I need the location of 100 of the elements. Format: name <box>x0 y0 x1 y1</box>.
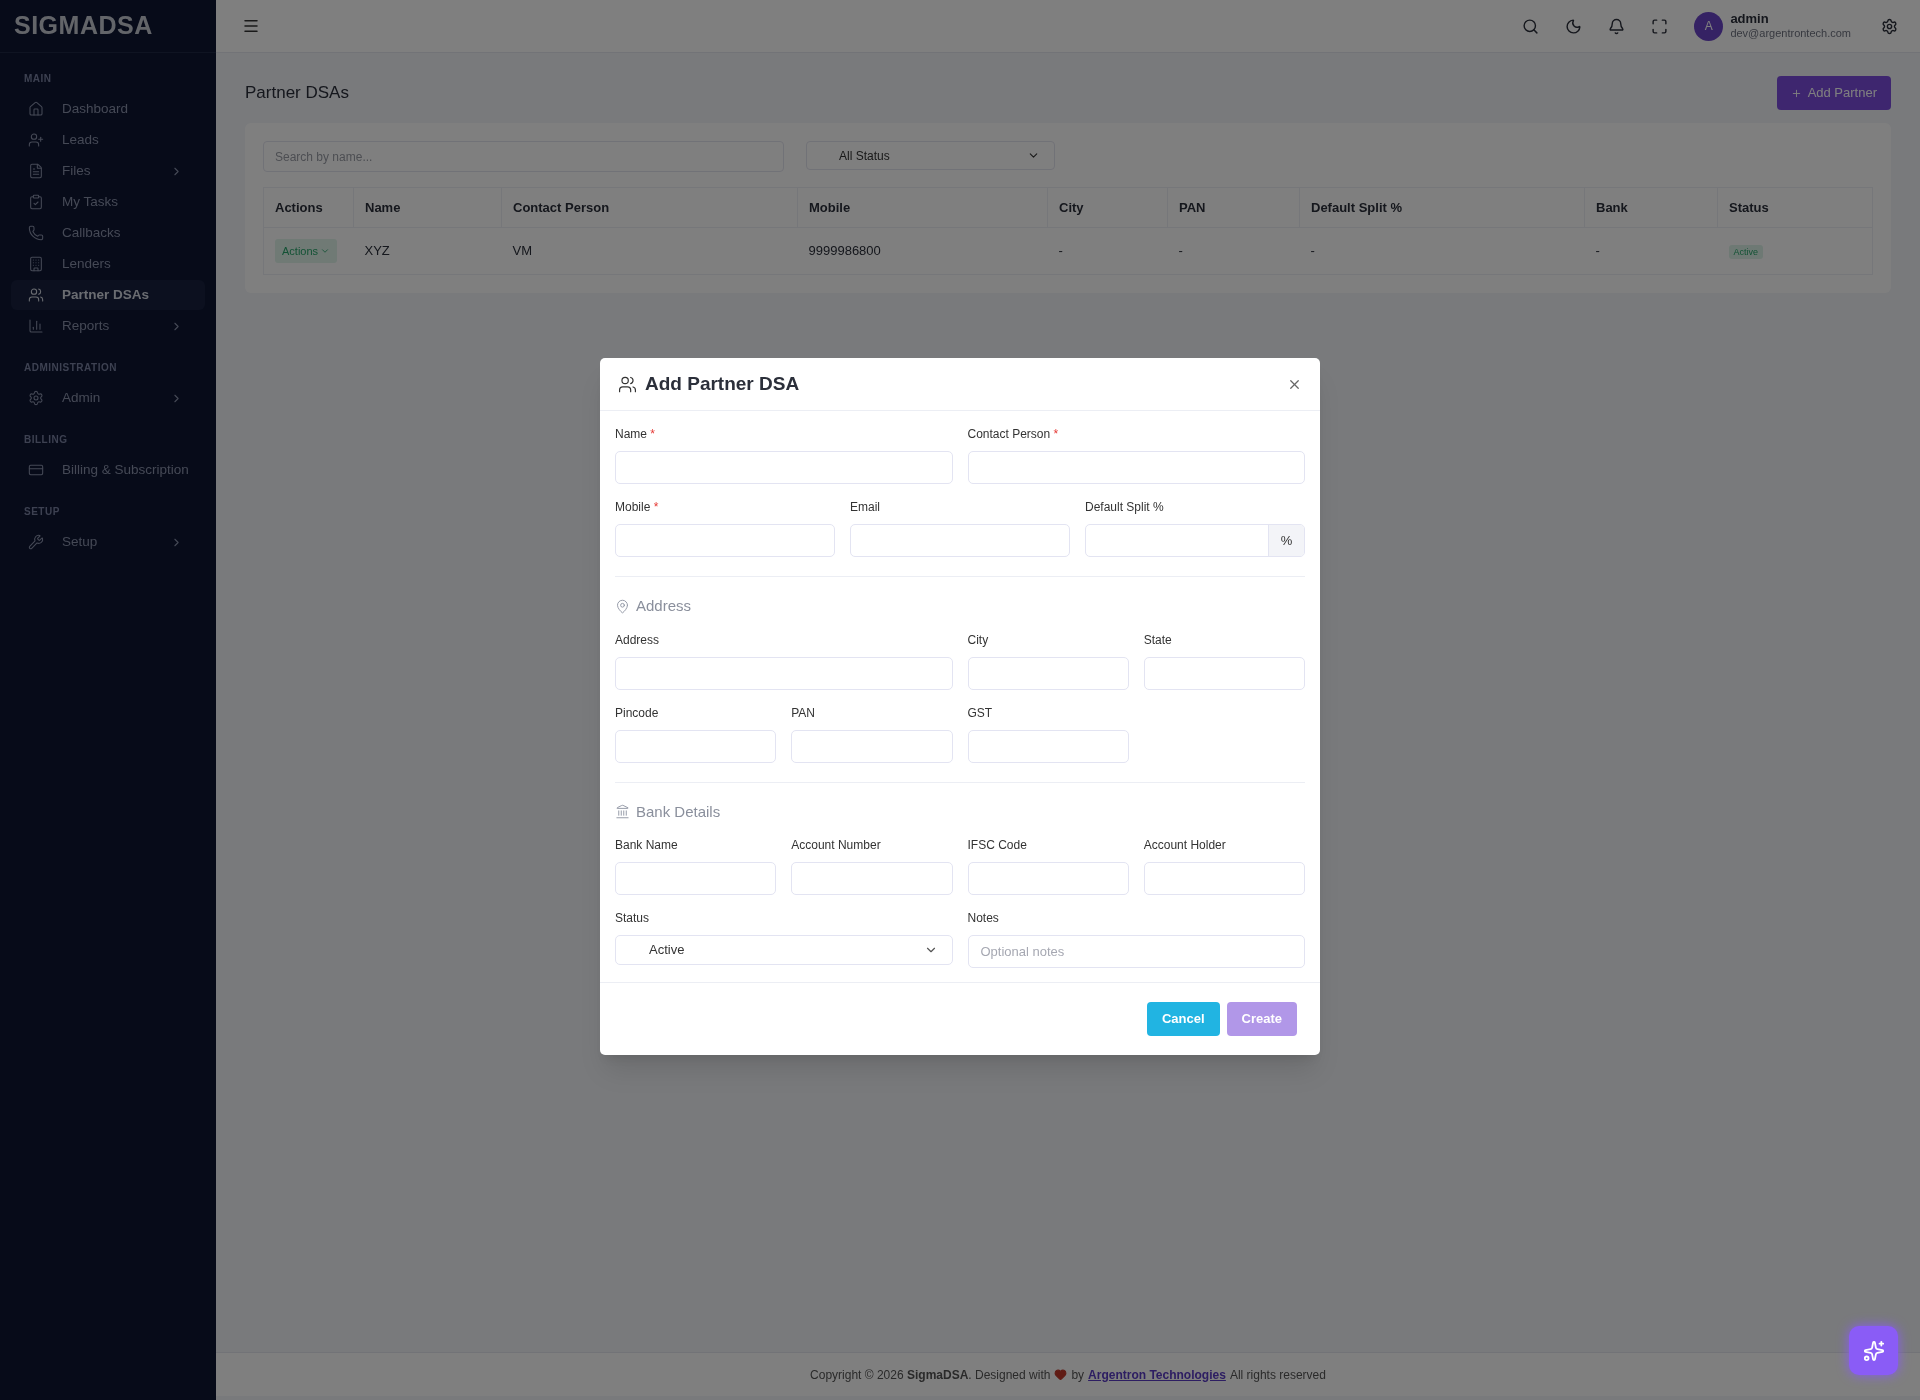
field-label: GST <box>967 704 993 722</box>
cancel-button[interactable]: Cancel <box>1146 1002 1220 1036</box>
sidebar-item[interactable]: Reports <box>11 311 205 341</box>
input-field[interactable] <box>615 729 777 763</box>
status-badge: Active <box>1728 245 1763 260</box>
input-field[interactable] <box>1143 656 1305 690</box>
input-field[interactable] <box>615 524 835 557</box>
input-field[interactable] <box>967 862 1129 895</box>
credit-card-icon <box>28 462 44 478</box>
actions-dropdown[interactable]: Actions <box>275 238 338 264</box>
field-label: Email <box>850 499 880 516</box>
heart-icon <box>1054 1368 1068 1381</box>
home-icon <box>28 101 44 117</box>
table-cell: - <box>1310 243 1315 259</box>
input-field[interactable]: % <box>1085 524 1305 557</box>
bar-chart-icon <box>28 318 44 334</box>
bell-icon[interactable] <box>1608 17 1626 35</box>
input-field[interactable] <box>967 656 1129 690</box>
moon-icon[interactable] <box>1565 17 1583 35</box>
field-label: City <box>967 631 989 649</box>
input-field[interactable] <box>1143 862 1305 895</box>
user-email: dev@argentrontech.com <box>1730 26 1851 40</box>
sidebar-item[interactable]: My Tasks <box>11 187 205 217</box>
input-field[interactable] <box>791 729 953 763</box>
section-heading: MAIN <box>23 72 52 86</box>
clipboard-icon <box>28 194 44 210</box>
bank-icon <box>615 804 630 820</box>
section-heading: Address <box>636 596 692 616</box>
page-title: Partner DSAs <box>245 82 349 105</box>
users-icon <box>618 374 637 394</box>
column-header: City <box>1059 199 1084 215</box>
ai-assistant-button[interactable] <box>1849 1326 1898 1375</box>
sidebar-item[interactable]: Partner DSAs <box>11 280 205 310</box>
copyright-text: Copyright © 2026 SigmaDSA. Designed with by Argentron Technologies All rights reserved <box>810 1365 1326 1384</box>
dialog-title: Add Partner DSA <box>645 371 800 396</box>
gear-icon <box>28 390 44 406</box>
sidebar-item[interactable]: Dashboard <box>11 94 205 124</box>
section-heading: SETUP <box>23 505 60 519</box>
file-icon <box>28 163 44 179</box>
field-label: Address <box>615 631 660 649</box>
user-avatar[interactable]: A <box>1694 11 1724 41</box>
table-cell: - <box>1058 243 1063 259</box>
column-header: Name <box>365 199 401 215</box>
field-label: Account Holder <box>1143 837 1226 854</box>
input-field[interactable] <box>791 862 953 895</box>
sidebar-item[interactable]: Setup <box>11 527 205 557</box>
sparkle-icon <box>1862 1339 1885 1362</box>
field-label: Default Split % <box>1085 499 1164 516</box>
input-field[interactable] <box>615 451 953 484</box>
fullscreen-icon[interactable] <box>1651 17 1669 35</box>
field-label: IFSC Code <box>967 837 1027 854</box>
field-label: Pincode <box>615 704 659 722</box>
input-field[interactable] <box>967 451 1305 484</box>
field-label: Bank Name <box>615 837 678 854</box>
search-icon[interactable] <box>1522 17 1540 35</box>
column-header: Bank <box>1596 199 1628 215</box>
sidebar-item[interactable]: Callbacks <box>11 218 205 248</box>
status-select[interactable]: Active <box>615 935 953 965</box>
settings-icon[interactable] <box>1881 17 1898 35</box>
chevron-down-icon <box>320 246 331 256</box>
field-label: State <box>1143 631 1172 649</box>
column-header: Default Split % <box>1311 199 1402 215</box>
column-header: Status <box>1729 199 1769 215</box>
column-header: Mobile <box>809 199 851 215</box>
sidebar-item[interactable]: Leads <box>11 125 205 155</box>
percent-suffix: % <box>1268 525 1304 556</box>
section-heading: Bank Details <box>636 801 721 822</box>
field-label: Name * <box>615 426 656 443</box>
sidebar-item[interactable]: Files <box>11 156 205 186</box>
users-icon <box>28 287 44 303</box>
status-filter[interactable]: All Status <box>806 141 1055 170</box>
field-label: Status <box>615 910 650 927</box>
column-header: Contact Person <box>513 199 610 215</box>
field-label: Account Number <box>791 837 881 854</box>
sidebar-item[interactable]: Billing & Subscription <box>11 455 205 485</box>
field-label: PAN <box>791 704 816 722</box>
table-cell: - <box>1178 243 1183 259</box>
menu-icon[interactable] <box>242 17 260 35</box>
sidebar-item[interactable]: Lenders <box>11 249 205 279</box>
input-field[interactable] <box>615 862 777 895</box>
plus-icon <box>1790 87 1802 99</box>
sidebar-item[interactable]: Admin <box>11 383 205 413</box>
table-cell: 9999986800 <box>808 243 881 259</box>
brand-logo: SIGMADSA <box>14 10 153 42</box>
field-label: Mobile * <box>615 499 659 516</box>
company-link[interactable]: Argentron Technologies <box>1088 1365 1226 1384</box>
table-cell: VM <box>512 243 532 259</box>
user-name: admin <box>1730 12 1770 26</box>
section-heading: BILLING <box>23 433 68 447</box>
add-partner-button[interactable]: Add Partner <box>1776 76 1891 110</box>
table-cell: XYZ <box>364 243 390 259</box>
input-field[interactable] <box>967 729 1129 763</box>
phone-icon <box>28 225 44 241</box>
map-pin-icon <box>615 598 630 614</box>
column-header: Actions <box>275 199 323 215</box>
section-heading: ADMINISTRATION <box>23 361 117 375</box>
input-field[interactable] <box>615 656 953 690</box>
field-label: Notes <box>967 910 999 927</box>
input-field[interactable] <box>850 524 1070 557</box>
input-field[interactable]: Optional notes <box>967 935 1305 968</box>
